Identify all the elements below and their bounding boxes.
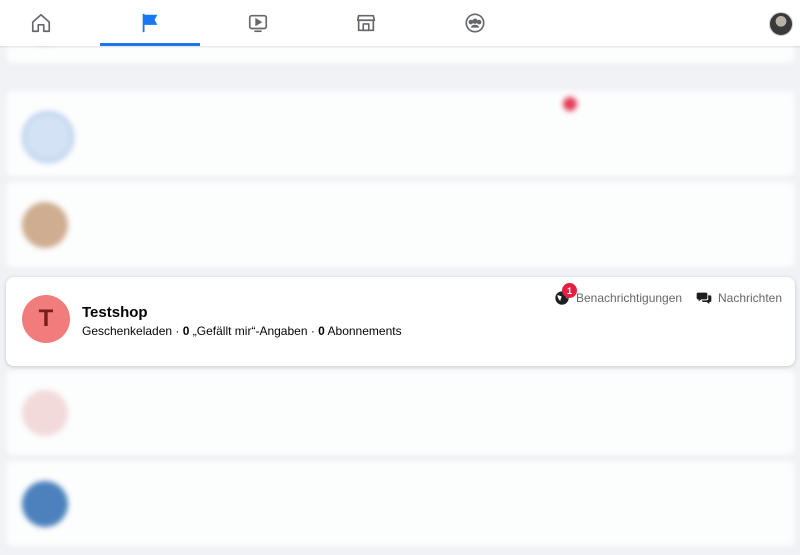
- page-avatar-blurred: [22, 202, 68, 248]
- page-name[interactable]: Testshop: [82, 304, 148, 321]
- page-avatar-blurred: [22, 111, 74, 163]
- list-item: [6, 370, 795, 456]
- likes-label: „Gefällt mir“-Angaben: [192, 324, 308, 338]
- list-item: [6, 91, 795, 177]
- flag-icon: [142, 13, 158, 33]
- notifications-label: Benachrichtigungen: [576, 291, 683, 305]
- profile-avatar[interactable]: [769, 12, 793, 36]
- list-item: [6, 461, 795, 547]
- page-meta: Geschenkeladen · 0 „Gefällt mir“-Angaben…: [82, 324, 402, 338]
- groups-icon: [465, 13, 485, 33]
- chat-bubbles-icon: [696, 292, 712, 304]
- list-item: [6, 182, 795, 268]
- home-icon: [31, 13, 51, 33]
- messages-label: Nachrichten: [718, 291, 783, 305]
- followers-label: Abonnements: [327, 324, 402, 338]
- notification-badge-blurred: [563, 97, 577, 111]
- page-card-testshop[interactable]: T Testshop Geschenkeladen · 0 „Gefällt m…: [6, 277, 795, 366]
- messages-button[interactable]: Nachrichten: [696, 290, 782, 306]
- likes-count: 0: [182, 324, 190, 338]
- tab-home[interactable]: [0, 0, 91, 46]
- tab-marketplace[interactable]: [316, 0, 416, 46]
- tab-groups[interactable]: [425, 0, 525, 46]
- page-avatar-letter: T: [38, 305, 54, 332]
- notification-count-badge: 1: [562, 283, 577, 298]
- page-category: Geschenkeladen: [82, 324, 173, 338]
- store-icon: [356, 14, 376, 32]
- tab-pages[interactable]: [100, 0, 200, 46]
- page-avatar-blurred: [22, 390, 68, 436]
- top-navigation-bar: [0, 0, 800, 46]
- page-avatar[interactable]: T: [22, 295, 70, 343]
- page-avatar-blurred: [22, 481, 68, 527]
- tab-watch[interactable]: [208, 0, 308, 46]
- followers-count: 0: [318, 324, 325, 338]
- video-play-icon: [248, 14, 268, 33]
